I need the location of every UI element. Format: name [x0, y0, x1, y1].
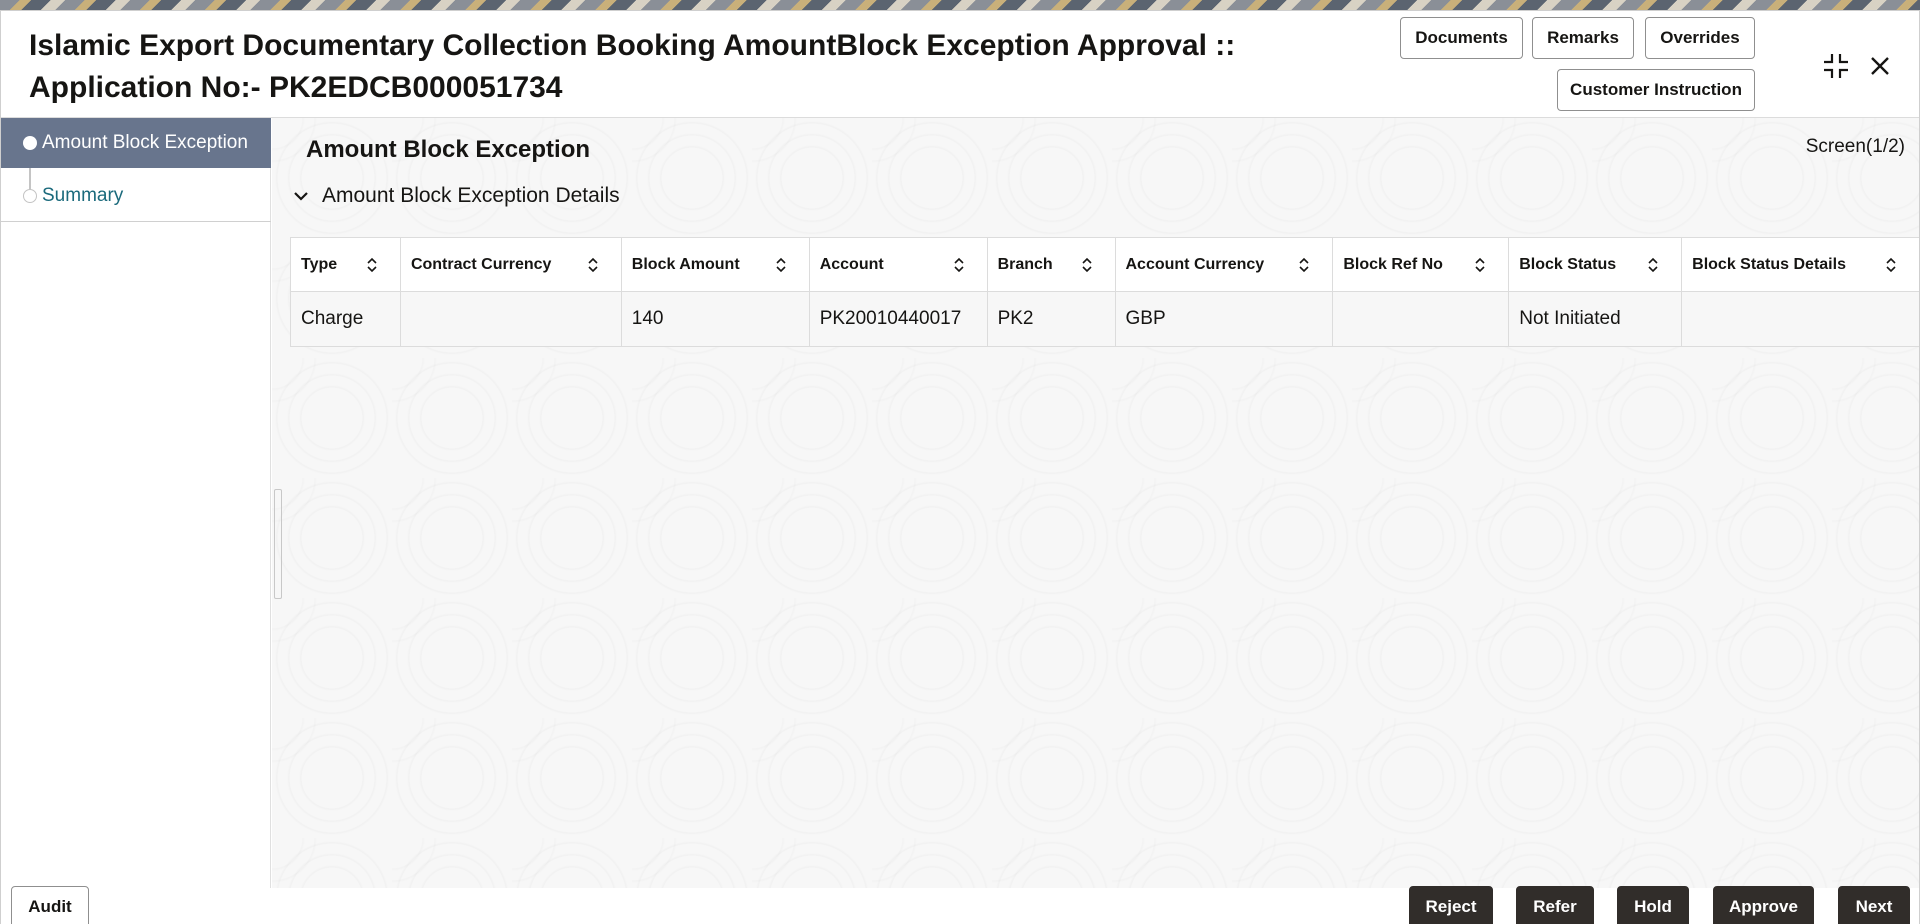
hold-button[interactable]: Hold	[1617, 886, 1689, 924]
window-header: Islamic Export Documentary Collection Bo…	[1, 11, 1919, 118]
sidebar-item-label: Amount Block Exception	[42, 132, 248, 153]
sort-icon[interactable]	[953, 257, 965, 273]
screen-indicator: Screen(1/2)	[1805, 136, 1905, 157]
sidebar-resize-handle[interactable]	[274, 489, 282, 599]
page-title: Islamic Export Documentary Collection Bo…	[29, 29, 1236, 104]
column-header-label: Block Status	[1519, 256, 1617, 273]
sort-icon[interactable]	[1298, 257, 1310, 273]
next-button[interactable]: Next	[1838, 886, 1910, 924]
section-title: Amount Block Exception	[306, 136, 591, 163]
approval-window: Islamic Export Documentary Collection Bo…	[0, 10, 1920, 924]
audit-button[interactable]: Audit	[11, 886, 89, 924]
column-header-label: Account Currency	[1125, 256, 1265, 273]
sort-icon[interactable]	[1885, 257, 1897, 273]
refer-button[interactable]: Refer	[1516, 886, 1594, 924]
amount-block-table: Type Contract Currency Block Amount Acco…	[290, 237, 1919, 347]
details-collapse-toggle[interactable]: Amount Block Exception Details	[292, 184, 620, 208]
step-dot-icon	[23, 136, 37, 150]
cell-block-status-details	[1682, 292, 1919, 346]
sort-icon[interactable]	[1081, 257, 1093, 273]
cell-type: Charge	[291, 292, 401, 346]
column-header-account-currency[interactable]: Account Currency	[1116, 238, 1334, 292]
overrides-button[interactable]: Overrides	[1645, 17, 1755, 59]
chevron-down-icon	[294, 192, 308, 201]
sidebar-item-amount-block-exception[interactable]: Amount Block Exception	[1, 118, 271, 168]
remarks-button[interactable]: Remarks	[1532, 17, 1634, 59]
reject-button[interactable]: Reject	[1409, 886, 1493, 924]
cell-account: PK20010440017	[810, 292, 988, 346]
column-header-branch[interactable]: Branch	[988, 238, 1116, 292]
minimize-icon[interactable]	[1819, 49, 1853, 83]
column-header-label: Block Amount	[631, 256, 740, 273]
cell-account-currency: GBP	[1116, 292, 1334, 346]
column-header-label: Type	[301, 256, 338, 273]
sidebar-item-label: Summary	[42, 184, 124, 206]
cell-branch: PK2	[988, 292, 1116, 346]
details-section-title: Amount Block Exception Details	[322, 184, 620, 207]
column-header-block-ref-no[interactable]: Block Ref No	[1333, 238, 1510, 292]
step-dot-icon	[23, 189, 37, 203]
customer-instruction-button[interactable]: Customer Instruction	[1557, 69, 1755, 111]
sidebar-item-summary[interactable]: Summary	[1, 170, 271, 222]
column-header-label: Contract Currency	[410, 256, 552, 273]
footer-action-bar: Audit Reject Refer Hold Approve Next	[1, 886, 1919, 924]
cell-block-ref-no	[1333, 292, 1510, 346]
sort-icon[interactable]	[587, 257, 599, 273]
main-content: Amount Block Exception Screen(1/2) Amoun…	[272, 118, 1919, 888]
column-header-label: Branch	[997, 256, 1053, 273]
close-icon[interactable]	[1863, 49, 1897, 83]
column-header-label: Block Status Details	[1692, 256, 1846, 273]
column-header-contract-currency[interactable]: Contract Currency	[401, 238, 622, 292]
sort-icon[interactable]	[775, 257, 787, 273]
top-banner-strip	[0, 0, 1920, 10]
cell-block-amount: 140	[622, 292, 810, 346]
column-header-block-status-details[interactable]: Block Status Details	[1682, 238, 1919, 292]
sort-icon[interactable]	[366, 257, 378, 273]
column-header-label: Account	[819, 256, 884, 273]
sort-icon[interactable]	[1474, 257, 1486, 273]
table-header-row: Type Contract Currency Block Amount Acco…	[291, 238, 1919, 292]
column-header-block-amount[interactable]: Block Amount	[622, 238, 810, 292]
column-header-type[interactable]: Type	[291, 238, 401, 292]
column-header-label: Block Ref No	[1343, 256, 1443, 273]
table-row[interactable]: Charge 140 PK20010440017 PK2 GBP Not Ini…	[291, 292, 1919, 346]
sidebar: Amount Block Exception Summary	[1, 118, 271, 888]
approve-button[interactable]: Approve	[1713, 886, 1814, 924]
cell-block-status: Not Initiated	[1509, 292, 1683, 346]
column-header-block-status[interactable]: Block Status	[1509, 238, 1683, 292]
sort-icon[interactable]	[1647, 257, 1659, 273]
cell-contract-currency	[401, 292, 622, 346]
column-header-account[interactable]: Account	[810, 238, 988, 292]
documents-button[interactable]: Documents	[1400, 17, 1523, 59]
